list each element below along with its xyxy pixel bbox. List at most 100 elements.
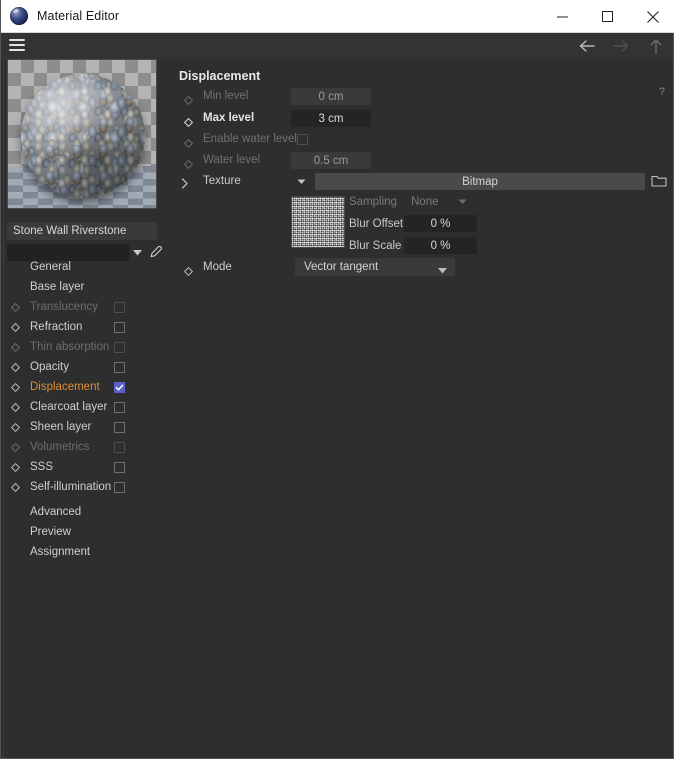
page-label: Assignment bbox=[30, 546, 91, 558]
row-texture: Texture Bitmap bbox=[173, 172, 668, 192]
material-name-value: Stone Wall Riverstone bbox=[13, 225, 127, 237]
channel-general[interactable]: General bbox=[1, 258, 173, 278]
channel-thin-absorption[interactable]: Thin absorption bbox=[1, 338, 173, 358]
texture-dropdown-icon[interactable] bbox=[295, 175, 309, 189]
page-assignment[interactable]: Assignment bbox=[1, 543, 173, 563]
channel-list: General Base layer Translucency Refracti… bbox=[1, 258, 173, 563]
arrow-right-icon[interactable] bbox=[612, 37, 630, 55]
arrow-left-icon[interactable] bbox=[577, 37, 595, 55]
channel-sheen-layer[interactable]: Sheen layer bbox=[1, 418, 173, 438]
mode-value: Vector tangent bbox=[304, 261, 379, 273]
keyframe-diamond-icon[interactable] bbox=[183, 135, 194, 149]
water-level-input[interactable]: 0.5 cm bbox=[291, 152, 371, 169]
channel-checkbox[interactable] bbox=[114, 462, 125, 473]
maximize-button[interactable] bbox=[585, 0, 630, 33]
close-button[interactable] bbox=[630, 0, 674, 33]
help-icon[interactable]: ? bbox=[659, 86, 665, 98]
water-level-value: 0.5 cm bbox=[313, 154, 349, 167]
keyframe-diamond-icon[interactable] bbox=[10, 322, 21, 333]
keyframe-diamond-icon[interactable] bbox=[183, 92, 194, 106]
keyframe-diamond-icon[interactable] bbox=[10, 422, 21, 433]
channel-label: Thin absorption bbox=[30, 341, 110, 353]
keyframe-diamond-icon[interactable] bbox=[10, 482, 21, 493]
page-label: Preview bbox=[30, 526, 71, 538]
channel-refraction[interactable]: Refraction bbox=[1, 318, 173, 338]
enable-water-level-checkbox[interactable] bbox=[297, 134, 308, 145]
row-label: Min level bbox=[203, 90, 249, 102]
channel-checkbox[interactable] bbox=[114, 442, 125, 453]
keyframe-diamond-icon[interactable] bbox=[183, 114, 194, 128]
channel-displacement[interactable]: Displacement bbox=[1, 378, 173, 398]
window-controls bbox=[540, 0, 674, 33]
row-water-level: Water level 0.5 cm bbox=[173, 151, 643, 171]
page-advanced[interactable]: Advanced bbox=[1, 503, 173, 523]
channel-label: SSS bbox=[30, 461, 54, 473]
page-label: Advanced bbox=[30, 506, 82, 518]
blur-offset-label: Blur Offset bbox=[349, 218, 404, 230]
max-level-input[interactable]: 3 cm bbox=[291, 110, 371, 127]
max-level-value: 3 cm bbox=[318, 112, 344, 125]
material-preview[interactable] bbox=[7, 59, 157, 209]
texture-shader-field[interactable]: Bitmap bbox=[315, 173, 645, 190]
arrow-up-icon[interactable] bbox=[647, 37, 665, 55]
row-max-level: Max level 3 cm bbox=[173, 109, 643, 129]
hamburger-icon[interactable] bbox=[8, 37, 26, 53]
row-enable-water-level: Enable water level bbox=[173, 130, 643, 150]
channel-checkbox[interactable] bbox=[114, 382, 125, 393]
material-editor-window: Material Editor Stone Wall Riverstone Ge… bbox=[0, 0, 674, 759]
mode-dropdown[interactable]: Vector tangent bbox=[295, 258, 455, 276]
keyframe-diamond-icon[interactable] bbox=[183, 156, 194, 170]
channel-sss[interactable]: SSS bbox=[1, 458, 173, 478]
channel-self-illumination[interactable]: Self-illumination bbox=[1, 478, 173, 498]
blur-scale-label: Blur Scale bbox=[349, 240, 402, 252]
left-panel: Stone Wall Riverstone General Base layer bbox=[1, 59, 173, 758]
sampling-label: Sampling bbox=[349, 196, 397, 208]
chevron-right-icon[interactable] bbox=[181, 176, 191, 189]
material-name-input[interactable]: Stone Wall Riverstone bbox=[7, 222, 157, 240]
channel-checkbox[interactable] bbox=[114, 322, 125, 333]
keyframe-diamond-icon[interactable] bbox=[10, 402, 21, 413]
min-level-input[interactable]: 0 cm bbox=[291, 88, 371, 105]
right-panel: Displacement ? Min level 0 cm Max level … bbox=[173, 59, 673, 758]
row-label: Max level bbox=[203, 112, 255, 124]
channel-opacity[interactable]: Opacity bbox=[1, 358, 173, 378]
row-label: Enable water level bbox=[203, 133, 297, 145]
row-mode: Mode Vector tangent bbox=[173, 258, 643, 278]
channel-translucency[interactable]: Translucency bbox=[1, 298, 173, 318]
blur-scale-input[interactable]: 0 % bbox=[404, 237, 477, 254]
channel-checkbox[interactable] bbox=[114, 422, 125, 433]
channel-checkbox[interactable] bbox=[114, 362, 125, 373]
blur-offset-input[interactable]: 0 % bbox=[404, 215, 477, 232]
keyframe-diamond-icon[interactable] bbox=[10, 382, 21, 393]
keyframe-diamond-icon[interactable] bbox=[10, 302, 21, 313]
keyframe-diamond-icon[interactable] bbox=[183, 263, 194, 277]
row-label: Water level bbox=[203, 154, 261, 166]
row-label: Texture bbox=[203, 175, 241, 187]
toolbar bbox=[1, 33, 673, 59]
navigation-icons bbox=[577, 33, 665, 59]
channel-volumetrics[interactable]: Volumetrics bbox=[1, 438, 173, 458]
channel-base-layer[interactable]: Base layer bbox=[1, 278, 173, 298]
folder-icon[interactable] bbox=[651, 174, 667, 188]
channel-label: Clearcoat layer bbox=[30, 401, 108, 413]
minimize-button[interactable] bbox=[540, 0, 585, 33]
texture-shader-name: Bitmap bbox=[462, 175, 498, 188]
channel-checkbox[interactable] bbox=[114, 402, 125, 413]
channel-checkbox[interactable] bbox=[114, 302, 125, 313]
channel-label: Sheen layer bbox=[30, 421, 92, 433]
sampling-value[interactable]: None bbox=[411, 196, 439, 208]
channel-checkbox[interactable] bbox=[114, 342, 125, 353]
texture-thumbnail[interactable] bbox=[291, 196, 345, 248]
sampling-dropdown-icon[interactable] bbox=[456, 195, 470, 209]
channel-clearcoat-layer[interactable]: Clearcoat layer bbox=[1, 398, 173, 418]
keyframe-diamond-icon[interactable] bbox=[10, 462, 21, 473]
app-sphere-icon bbox=[10, 7, 28, 25]
page-preview[interactable]: Preview bbox=[1, 523, 173, 543]
keyframe-diamond-icon[interactable] bbox=[10, 442, 21, 453]
channel-label: Displacement bbox=[30, 381, 100, 393]
channel-label: Volumetrics bbox=[30, 441, 90, 453]
keyframe-diamond-icon[interactable] bbox=[10, 362, 21, 373]
keyframe-diamond-icon[interactable] bbox=[10, 342, 21, 353]
page-title: Displacement bbox=[179, 69, 261, 83]
channel-checkbox[interactable] bbox=[114, 482, 125, 493]
